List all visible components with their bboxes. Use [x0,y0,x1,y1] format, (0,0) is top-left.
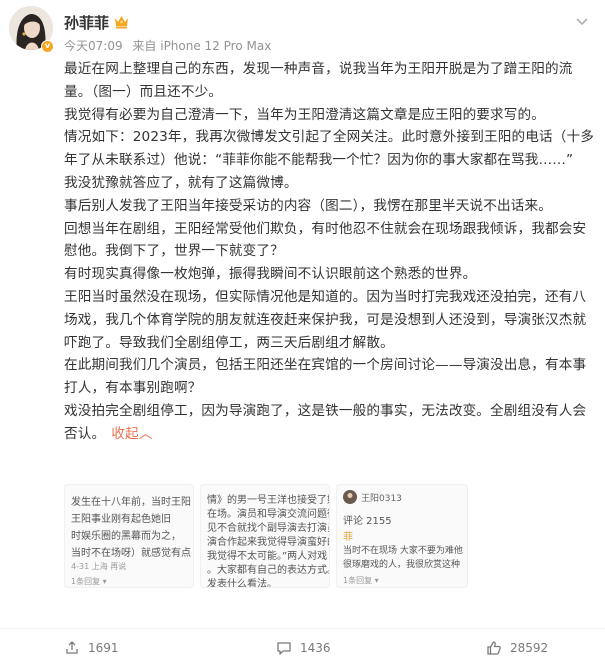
chevron-up-icon: ︿ [138,425,153,442]
thumb-text: 当时不在现场 大家不要为难他 [343,546,463,556]
commenter-name: 王阳0313 [361,494,402,504]
comment-icon [277,642,291,655]
like-button[interactable]: 28592 [486,640,548,656]
image-thumbnail-1[interactable]: 发生在十八年前，当时王阳 王阳事业刚有起色她旧 时娱乐圈的黑幕而为之， 当时不在… [64,484,194,588]
thumb-text: 在场。演员和导演交流问题很 [207,509,330,520]
comment-button[interactable]: 1436 [276,640,331,656]
share-button[interactable]: 1691 [64,640,119,656]
paragraph-last: 戏没拍完全剧组停工，因为导演跑了，这是铁一般的事实，无法改变。全剧组没有人会否认… [64,400,596,446]
thumb-text: 时娱乐圈的黑幕而为之， [71,531,181,542]
thumb-text: 很琢磨戏的人，我很欣赏这种 [343,560,461,570]
thumb-text: 4-31 上海 再说 [71,562,127,571]
share-icon [66,641,78,654]
commenter-avatar-icon [343,490,357,504]
paragraph: 事后别人发我了王阳当年接受采访的内容（图二），我愣在那里半天说不出话来。 [64,197,552,214]
paragraph: 回想当年在剧组，王阳经常受他们欺负，有时他忍不住就会在现场跟我倾诉，我都会安慰他… [64,220,587,260]
like-count: 28592 [510,641,549,655]
thumb-text: 我觉得不太可能。”两人对戏 [207,551,328,562]
post-time[interactable]: 今天07:09 [64,39,123,53]
thumb-text: 发生在十八年前，当时王阳 [71,497,191,508]
more-options-icon[interactable] [573,12,591,30]
thumb-text: 发表什么看法。 [207,579,277,588]
post-content: 最近在网上整理自己的东西，发现一种声音，说我当年为王阳开脱是为了蹭王阳的流量。（… [64,58,596,446]
thumb-text: 。大家都有自己的表达方式。 [207,565,330,576]
thumb-text: 评论 2155 [343,516,392,527]
thumb-text: 情》的男一号王洋也接受了媒 [207,495,330,506]
post-source: 来自 iPhone 12 Pro Max [132,39,272,53]
collapse-label: 收起 [111,425,139,442]
crown-icon [115,16,128,29]
comment-count: 1436 [300,641,331,655]
thumb-text: 王阳事业刚有起色她旧 [71,514,171,525]
divider [0,628,605,629]
paragraph: 有时现实真得像一枚炮弹，振得我瞬间不认识眼前这个熟悉的世界。 [64,266,477,283]
paragraph: 最近在网上整理自己的东西，发现一种声音，说我当年为王阳开脱是为了蹭王阳的流量。（… [64,61,573,100]
image-thumbnail-2[interactable]: 情》的男一号王洋也接受了媒 在场。演员和导演交流问题很 见不合就找个副导演去打演… [200,484,330,588]
paragraph: 我觉得有必要为自己澄清一下，当年为王阳澄清这篇文章是应王阳的要求写的。 [64,106,546,123]
thumb-text: 1条回复 ▾ [343,576,379,585]
thumb-text: 当时不在场呀）就感觉有点 [71,548,191,559]
paragraph: 情况如下：2023年，我再次微博发文引起了全网关注。此时意外接到王阳的电话（十多… [64,129,594,169]
image-thumbnail-3[interactable]: 王阳0313 评论 2155 菲 当时不在现场 大家不要为难他 很琢磨戏的人，我… [336,484,468,588]
paragraph: 我没犹豫就答应了，就有了这篇微博。 [64,174,298,191]
username[interactable]: 孙菲菲 [64,12,109,33]
post-meta: 今天07:09 来自 iPhone 12 Pro Max [64,37,277,54]
thumb-text: 1条回复 ▾ [71,577,107,586]
share-count: 1691 [88,641,119,655]
thumb-text: 菲 [343,532,353,543]
paragraph: 王阳当时虽然没在现场，但实际情况他是知道的。因为当时打完我戏还没拍完，还有八场戏… [64,288,587,351]
paragraph: 在此期间我们几个演员，包括王阳还坐在宾馆的一个房间讨论——导演没出息，有本事打人… [64,357,587,397]
action-bar: 1691 1436 28592 [0,632,605,664]
thumb-text: 见不合就找个副导演去打演员 [207,523,330,534]
verified-badge-icon: v [41,40,54,53]
thumbs-up-icon [487,641,501,655]
thumb-text: 演合作起来我觉得导演蛮好的 [207,537,330,548]
image-grid: 发生在十八年前，当时王阳 王阳事业刚有起色她旧 时娱乐圈的黑幕而为之， 当时不在… [64,484,474,588]
collapse-link[interactable]: 收起︿ [111,426,152,442]
